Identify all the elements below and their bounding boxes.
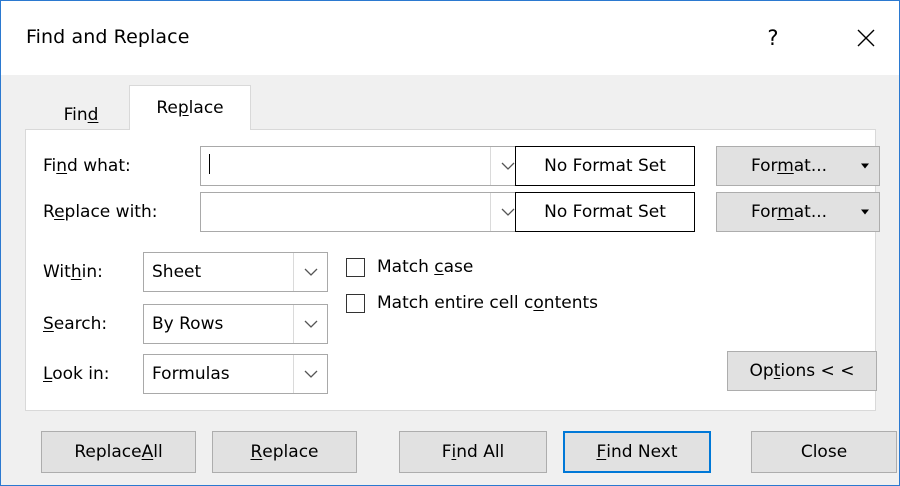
search-select[interactable]: By Rows bbox=[143, 304, 328, 344]
search-dropdown[interactable] bbox=[293, 305, 327, 343]
find-format-preview: No Format Set bbox=[515, 146, 695, 186]
dialog-title: Find and Replace bbox=[26, 26, 190, 48]
find-next-button[interactable]: Find Next bbox=[563, 431, 711, 473]
match-case-checkbox[interactable] bbox=[346, 258, 365, 277]
within-dropdown[interactable] bbox=[293, 253, 327, 291]
find-replace-dialog: Find and Replace ? Fin d Re p lace Find wha… bbox=[0, 0, 900, 486]
title-bar: Find and Replace ? bbox=[1, 1, 899, 75]
chevron-down-icon bbox=[501, 162, 514, 170]
chevron-down-icon bbox=[304, 370, 317, 378]
search-label: Search: bbox=[43, 314, 108, 334]
chevron-down-icon bbox=[501, 208, 514, 216]
find-what-input[interactable] bbox=[200, 146, 525, 186]
match-case-label[interactable]: Match case bbox=[377, 257, 473, 277]
replace-format-preview: No Format Set bbox=[515, 192, 695, 232]
dropdown-arrow-icon bbox=[861, 163, 869, 169]
close-icon bbox=[857, 29, 875, 47]
within-select[interactable]: Sheet bbox=[143, 252, 328, 292]
replace-format-button[interactable]: Format... bbox=[716, 192, 880, 232]
text-cursor bbox=[209, 154, 210, 174]
match-entire-cell-label[interactable]: Match entire cell contents bbox=[377, 293, 598, 313]
replace-all-button[interactable]: Replace All bbox=[41, 431, 196, 473]
replace-panel: Find what: No Format Set Format... Repla… bbox=[25, 129, 880, 411]
match-entire-cell-checkbox[interactable] bbox=[346, 294, 365, 313]
look-in-label: Look in: bbox=[43, 364, 110, 384]
close-window-button[interactable] bbox=[841, 13, 891, 63]
chevron-down-icon bbox=[304, 268, 317, 276]
find-format-button[interactable]: Format... bbox=[716, 146, 880, 186]
help-button[interactable]: ? bbox=[751, 13, 795, 63]
find-what-label: Find what: bbox=[43, 156, 131, 176]
look-in-dropdown[interactable] bbox=[293, 355, 327, 393]
help-icon: ? bbox=[767, 26, 779, 50]
look-in-select[interactable]: Formulas bbox=[143, 354, 328, 394]
within-label: Within: bbox=[43, 262, 103, 282]
dropdown-arrow-icon bbox=[861, 209, 869, 215]
replace-with-label: Replace with: bbox=[43, 202, 158, 222]
options-button[interactable]: Op t ions < < bbox=[727, 351, 877, 391]
find-all-button[interactable]: Fi nd All bbox=[399, 431, 547, 473]
replace-button[interactable]: Replace bbox=[212, 431, 357, 473]
close-button[interactable]: Close bbox=[751, 431, 897, 473]
replace-with-input[interactable] bbox=[200, 192, 525, 232]
tab-replace[interactable]: Re p lace bbox=[129, 85, 251, 130]
tab-find[interactable]: Fin d bbox=[35, 97, 127, 133]
chevron-down-icon bbox=[304, 320, 317, 328]
